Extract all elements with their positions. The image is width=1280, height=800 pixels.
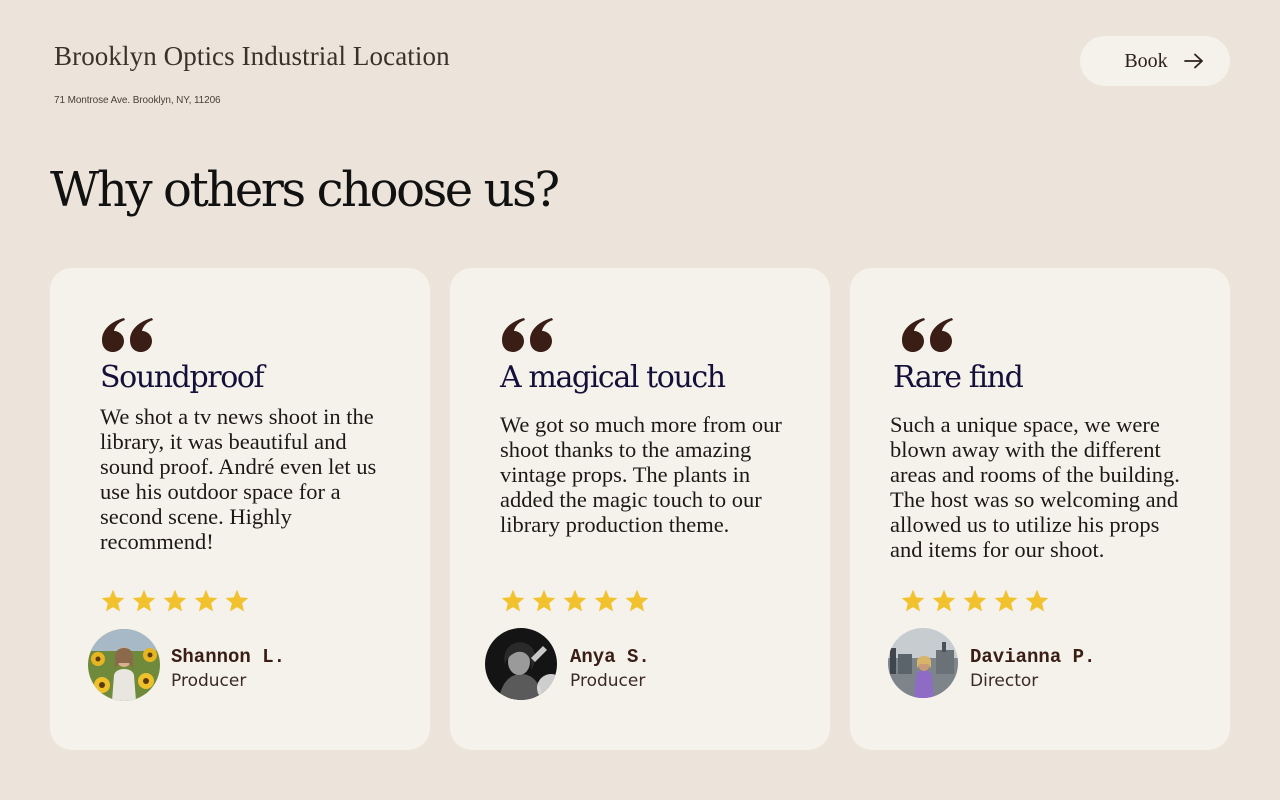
star-icon (194, 589, 218, 612)
location-title: Brooklyn Optics Industrial Location (54, 41, 450, 71)
star-icon (963, 589, 987, 612)
reviewer-role: Director (970, 671, 1039, 691)
star-icon (532, 589, 556, 612)
testimonial-text: Such a unique space, we were blown away … (890, 412, 1180, 562)
star-icon (932, 589, 956, 612)
testimonial-title: Rare find (893, 360, 1024, 395)
star-icon (225, 589, 249, 612)
star-icon (994, 589, 1018, 612)
testimonial-card: Soundproof We shot a tv news shoot in th… (50, 268, 430, 750)
star-rating (100, 588, 250, 614)
star-icon (163, 589, 187, 612)
avatar (485, 628, 557, 700)
reviewer-name: Anya S. (570, 646, 650, 668)
quote-icon (902, 318, 953, 352)
star-icon (501, 589, 525, 612)
star-icon (563, 589, 587, 612)
star-rating (900, 588, 1050, 614)
star-icon (132, 589, 156, 612)
arrow-right-icon (1184, 53, 1203, 69)
testimonial-card: Rare find Such a unique space, we were b… (850, 268, 1230, 750)
star-icon (594, 589, 618, 612)
reviewer-role: Producer (570, 671, 646, 691)
quote-icon (102, 318, 153, 352)
testimonial-text: We got so much more from our shoot thank… (500, 412, 782, 537)
location-address: 71 Montrose Ave. Brooklyn, NY, 11206 (54, 95, 221, 106)
reviewer-role: Producer (171, 671, 247, 691)
reviewer-name: Davianna P. (970, 646, 1096, 668)
quote-icon (502, 318, 553, 352)
testimonial-card: A magical touch We got so much more from… (450, 268, 830, 750)
star-icon (1025, 589, 1049, 612)
book-button[interactable]: Book (1080, 36, 1230, 86)
reviewer-name: Shannon L. (171, 646, 286, 668)
star-icon (901, 589, 925, 612)
testimonial-title: Soundproof (100, 360, 265, 395)
book-button-label: Book (1124, 49, 1168, 72)
star-icon (101, 589, 125, 612)
section-title: Why others choose us? (50, 162, 560, 218)
testimonial-title: A magical touch (500, 360, 726, 395)
testimonial-text: We shot a tv news shoot in the library, … (100, 404, 377, 554)
star-rating (500, 588, 650, 614)
avatar (888, 628, 958, 698)
star-icon (625, 589, 649, 612)
avatar (88, 629, 160, 701)
